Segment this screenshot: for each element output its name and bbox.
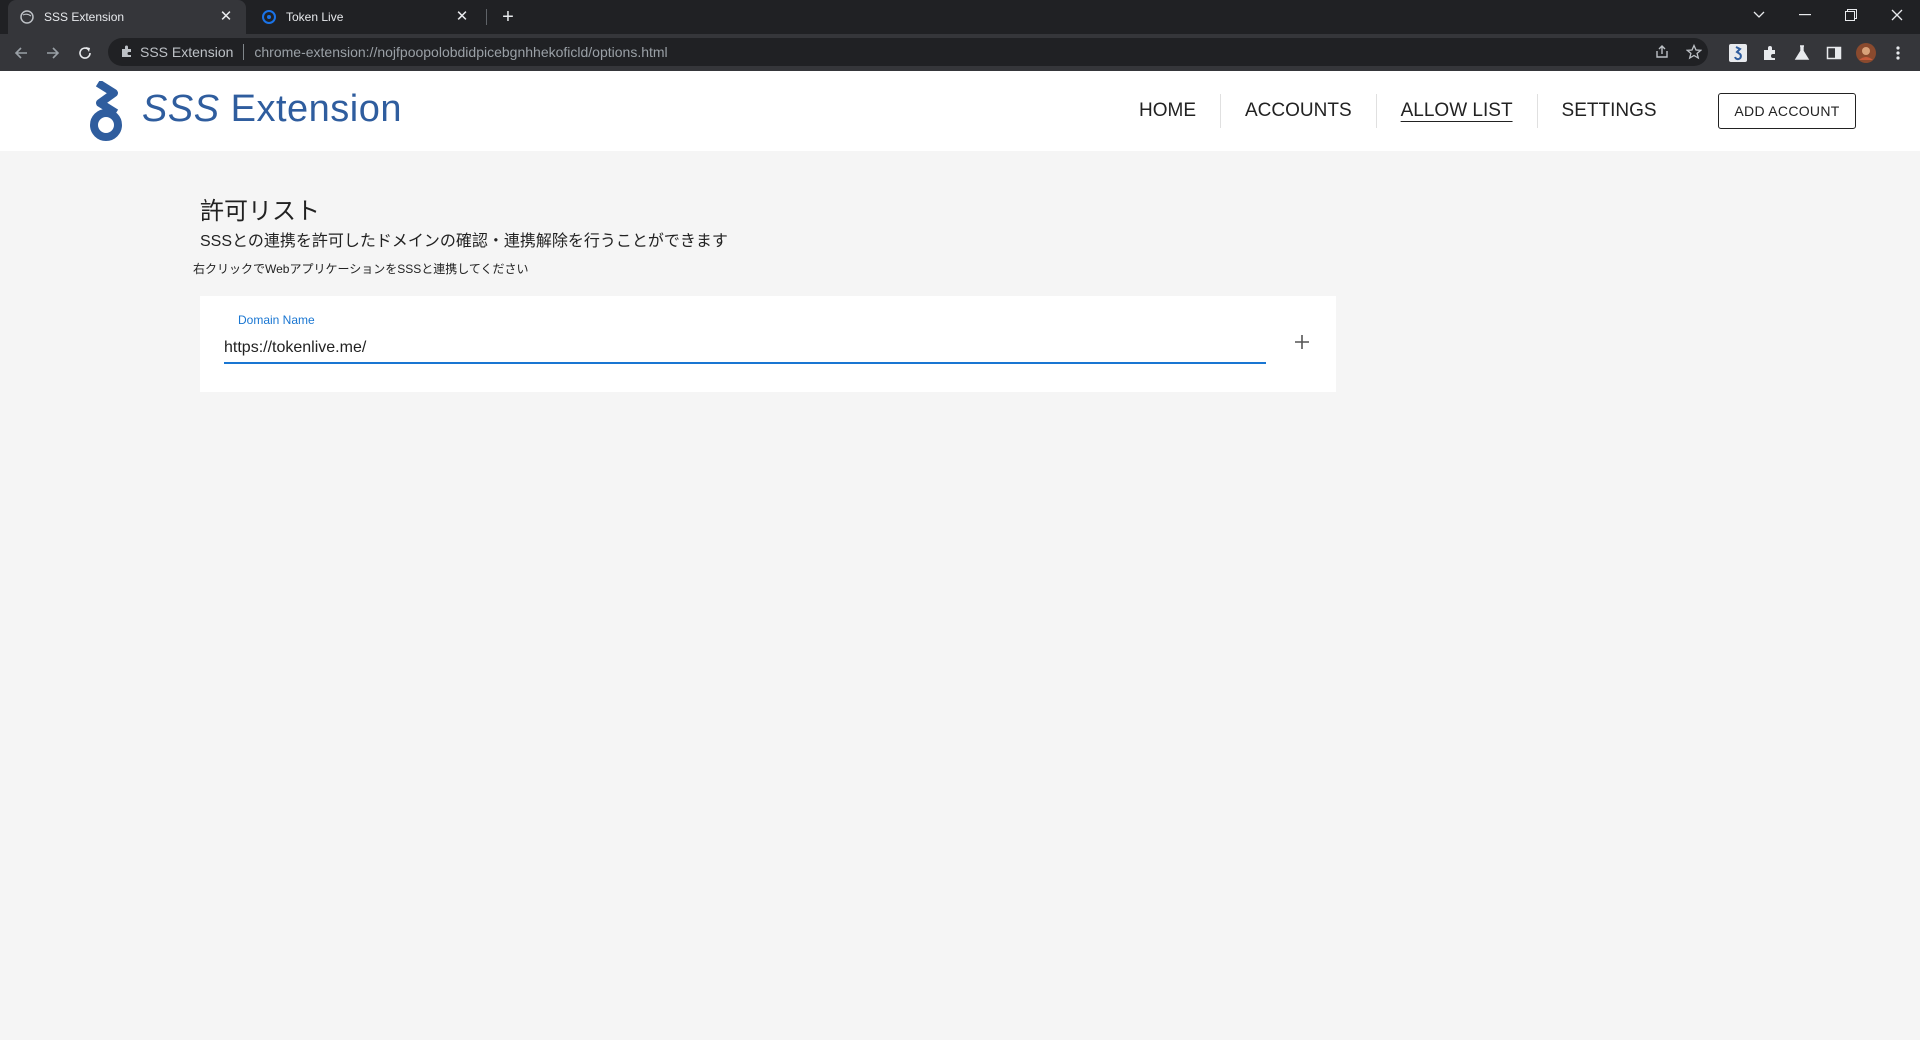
main-nav: HOME ACCOUNTS ALLOW LIST SETTINGS bbox=[1115, 71, 1681, 151]
menu-kebab-icon[interactable] bbox=[1884, 39, 1912, 67]
bookmark-star-icon[interactable] bbox=[1686, 38, 1702, 66]
close-tab-icon[interactable]: ✕ bbox=[454, 9, 470, 25]
profile-avatar[interactable] bbox=[1852, 39, 1880, 67]
domain-name-label: Domain Name bbox=[238, 313, 315, 327]
sss-extension-icon[interactable] bbox=[1724, 39, 1752, 67]
puzzle-icon bbox=[20, 10, 34, 24]
tab-title: Token Live bbox=[286, 10, 344, 24]
labs-flask-icon[interactable] bbox=[1788, 39, 1816, 67]
puzzle-icon bbox=[120, 44, 134, 61]
token-live-icon bbox=[262, 10, 276, 24]
reload-icon[interactable] bbox=[71, 39, 99, 67]
close-window-icon[interactable] bbox=[1874, 0, 1920, 30]
nav-home[interactable]: HOME bbox=[1115, 94, 1221, 128]
omnibox-extension-name: SSS Extension bbox=[140, 44, 234, 60]
add-account-button[interactable]: ADD ACCOUNT bbox=[1718, 93, 1856, 129]
nav-accounts[interactable]: ACCOUNTS bbox=[1221, 94, 1377, 128]
new-tab-button[interactable]: + bbox=[497, 6, 519, 28]
omnibox-separator bbox=[243, 44, 245, 60]
page-subtitle: SSSとの連携を許可したドメインの確認・連携解除を行うことができます bbox=[200, 233, 728, 250]
add-domain-button[interactable] bbox=[1288, 330, 1316, 358]
domain-card: Domain Name bbox=[200, 296, 1336, 392]
address-bar[interactable]: SSS Extension chrome-extension://nojfpoo… bbox=[108, 38, 1708, 66]
close-tab-icon[interactable]: ✕ bbox=[218, 9, 234, 25]
tab-search-icon[interactable] bbox=[1736, 0, 1782, 30]
browser-toolbar: SSS Extension chrome-extension://nojfpoo… bbox=[0, 34, 1920, 71]
tab-sss-extension[interactable]: SSS Extension ✕ bbox=[8, 0, 246, 34]
browser-tab-strip: SSS Extension ✕ Token Live ✕ + bbox=[0, 0, 1920, 34]
page-title: 許可リスト bbox=[200, 198, 320, 225]
plus-icon bbox=[1294, 334, 1310, 355]
omnibox-url: chrome-extension://nojfpoopolobdidpicebg… bbox=[254, 44, 668, 60]
forward-arrow-icon[interactable] bbox=[39, 39, 67, 67]
tab-token-live[interactable]: Token Live ✕ bbox=[250, 0, 482, 34]
domain-name-input[interactable] bbox=[224, 334, 1266, 364]
nav-settings[interactable]: SETTINGS bbox=[1538, 94, 1681, 128]
minimize-icon[interactable] bbox=[1782, 0, 1828, 30]
page-hint: 右クリックでWebアプリケーションをSSSと連携してください bbox=[193, 262, 529, 276]
extensions-icon[interactable] bbox=[1756, 39, 1784, 67]
back-arrow-icon[interactable] bbox=[7, 39, 35, 67]
share-icon[interactable] bbox=[1654, 38, 1670, 66]
brand-name[interactable]: SSS Extension bbox=[142, 88, 402, 131]
sss-logo-icon bbox=[86, 79, 126, 141]
app-header: SSS Extension HOME ACCOUNTS ALLOW LIST S… bbox=[0, 71, 1920, 151]
nav-allow-list[interactable]: ALLOW LIST bbox=[1377, 94, 1538, 128]
tab-title: SSS Extension bbox=[44, 10, 125, 24]
tab-separator bbox=[486, 9, 487, 25]
restore-icon[interactable] bbox=[1828, 0, 1874, 30]
side-panel-icon[interactable] bbox=[1820, 39, 1848, 67]
